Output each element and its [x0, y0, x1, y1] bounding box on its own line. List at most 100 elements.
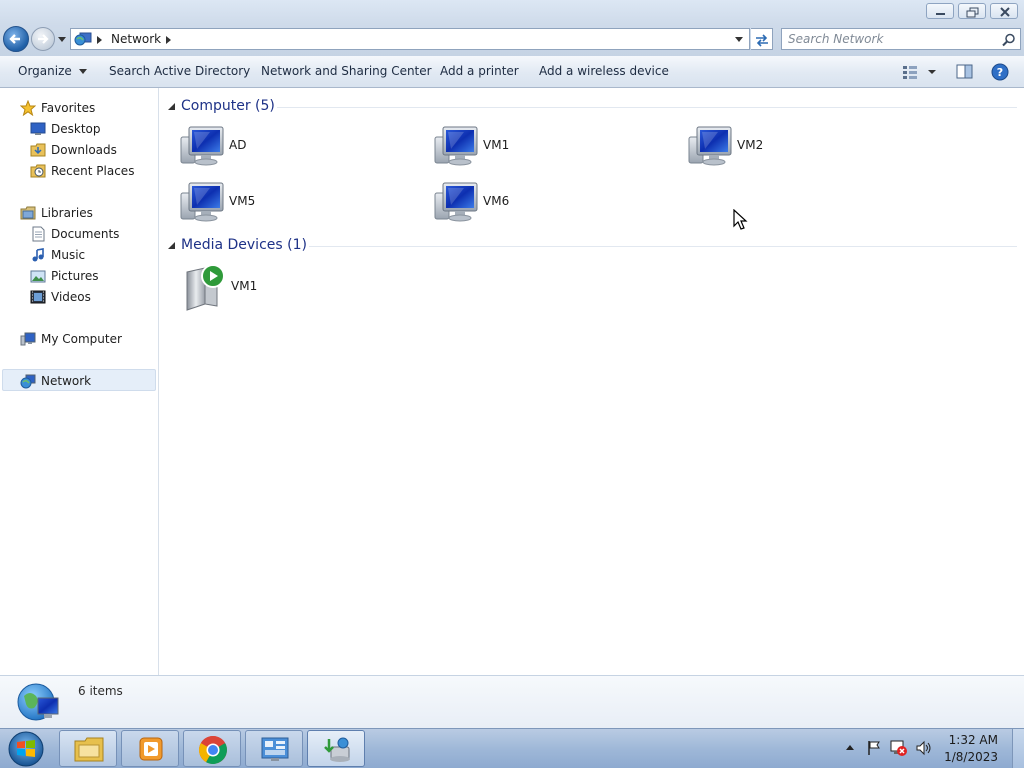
network-globe-icon	[17, 683, 59, 721]
desktop-icon	[30, 122, 46, 135]
group-divider	[309, 246, 1017, 247]
taskbar-media-player-button[interactable]	[121, 730, 179, 767]
taskbar: 1:32 AM 1/8/2023	[0, 728, 1024, 768]
computer-item-label: VM5	[229, 194, 256, 208]
taskbar-control-panel-button[interactable]	[245, 730, 303, 767]
show-desktop-button[interactable]	[1012, 729, 1024, 768]
group-header-media-devices[interactable]: Media Devices (1)	[181, 237, 307, 253]
show-hidden-icons-icon[interactable]	[846, 744, 855, 751]
search-icon[interactable]	[1002, 33, 1016, 47]
computer-item-label: AD	[229, 138, 247, 152]
clock-time[interactable]: 1:32 AM	[949, 733, 998, 747]
help-icon[interactable]: ?	[991, 63, 1009, 81]
nav-favorites[interactable]: Favorites	[0, 98, 158, 119]
change-view-icon[interactable]	[902, 64, 938, 80]
documents-icon	[32, 226, 45, 242]
network-sharing-center-button[interactable]: Network and Sharing Center	[261, 64, 432, 78]
start-button[interactable]	[6, 730, 46, 768]
computer-item-vm2[interactable]: VM2	[685, 123, 925, 173]
address-row: Network	[0, 24, 1024, 56]
nav-network[interactable]: Network	[0, 371, 158, 392]
nav-pictures-label: Pictures	[51, 269, 99, 283]
search-active-directory-button[interactable]: Search Active Directory	[109, 64, 250, 78]
mouse-cursor-icon	[733, 209, 748, 230]
nav-videos[interactable]: Videos	[0, 287, 158, 308]
star-icon	[20, 100, 36, 116]
svg-text:?: ?	[997, 66, 1003, 79]
group-header-computer[interactable]: Computer (5)	[181, 98, 275, 114]
nav-libraries-label: Libraries	[41, 206, 93, 220]
computer-monitor-icon	[434, 126, 478, 166]
address-bar[interactable]: Network	[70, 28, 750, 50]
organize-label: Organize	[18, 64, 72, 78]
collapse-triangle-icon[interactable]	[168, 242, 176, 250]
computer-item-vm5[interactable]: VM5	[177, 179, 417, 229]
media-device-item-vm1[interactable]: VM1	[181, 262, 421, 312]
control-panel-icon	[261, 737, 289, 761]
restore-button[interactable]	[958, 3, 986, 19]
add-printer-button[interactable]: Add a printer	[440, 64, 519, 78]
search-input[interactable]	[788, 32, 988, 46]
breadcrumb-arrow-icon[interactable]	[166, 36, 172, 44]
network-disconnected-icon[interactable]	[890, 740, 908, 757]
recent-places-icon	[30, 164, 46, 178]
computer-item-ad[interactable]: AD	[177, 123, 417, 173]
chrome-icon	[199, 736, 227, 764]
navigation-pane: Favorites Desktop Downloads Recent Place…	[0, 88, 159, 675]
breadcrumb-network[interactable]: Network	[111, 32, 161, 46]
taskbar-explorer-button[interactable]	[59, 730, 117, 767]
clock-date[interactable]: 1/8/2023	[944, 750, 998, 764]
breadcrumb-arrow-icon[interactable]	[97, 36, 103, 44]
taskbar-network-button[interactable]	[307, 730, 365, 767]
add-wireless-device-button[interactable]: Add a wireless device	[539, 64, 669, 78]
address-dropdown-icon[interactable]	[735, 37, 744, 43]
downloads-folder-icon	[30, 143, 46, 157]
nav-libraries[interactable]: Libraries	[0, 203, 158, 224]
title-bar	[0, 0, 1024, 24]
libraries-icon	[20, 206, 36, 220]
computer-icon	[20, 332, 36, 346]
media-player-icon	[139, 737, 163, 761]
computer-item-label: VM6	[483, 194, 510, 208]
network-setup-icon	[324, 737, 350, 762]
nav-documents[interactable]: Documents	[0, 224, 158, 245]
minimize-button[interactable]	[926, 3, 954, 19]
media-device-label: VM1	[231, 279, 258, 293]
nav-desktop-label: Desktop	[51, 122, 101, 136]
recent-pages-dropdown-icon[interactable]	[58, 37, 67, 43]
music-icon	[32, 248, 44, 262]
organize-button[interactable]: Organize	[18, 64, 88, 78]
back-button[interactable]	[3, 26, 29, 52]
computer-item-vm6[interactable]: VM6	[431, 179, 671, 229]
nav-my-computer-label: My Computer	[41, 332, 122, 346]
content-pane: Computer (5) AD VM1 VM2 VM5 VM6 Media De…	[159, 88, 1024, 675]
computer-monitor-icon	[434, 182, 478, 222]
close-button[interactable]	[990, 3, 1018, 19]
volume-icon[interactable]	[915, 740, 933, 756]
nav-downloads[interactable]: Downloads	[0, 140, 158, 161]
action-center-flag-icon[interactable]	[866, 740, 882, 756]
computer-item-label: VM2	[737, 138, 764, 152]
collapse-triangle-icon[interactable]	[168, 103, 176, 111]
refresh-button[interactable]	[751, 28, 773, 50]
taskbar-chrome-button[interactable]	[183, 730, 241, 767]
computer-item-vm1[interactable]: VM1	[431, 123, 671, 173]
search-box[interactable]	[781, 28, 1021, 50]
network-icon	[74, 32, 92, 46]
nav-videos-label: Videos	[51, 290, 91, 304]
nav-desktop[interactable]: Desktop	[0, 119, 158, 140]
nav-favorites-label: Favorites	[41, 101, 96, 115]
preview-pane-icon[interactable]	[956, 64, 974, 80]
folder-icon	[74, 737, 104, 762]
nav-my-computer[interactable]: My Computer	[0, 329, 158, 350]
computer-item-label: VM1	[483, 138, 510, 152]
network-globe-icon	[20, 374, 36, 389]
command-bar: Organize Search Active Directory Network…	[0, 56, 1024, 88]
nav-music[interactable]: Music	[0, 245, 158, 266]
nav-pictures[interactable]: Pictures	[0, 266, 158, 287]
nav-recent-places[interactable]: Recent Places	[0, 161, 158, 182]
nav-music-label: Music	[51, 248, 86, 262]
nav-downloads-label: Downloads	[51, 143, 117, 157]
media-device-icon	[186, 264, 225, 311]
forward-button[interactable]	[31, 27, 55, 51]
